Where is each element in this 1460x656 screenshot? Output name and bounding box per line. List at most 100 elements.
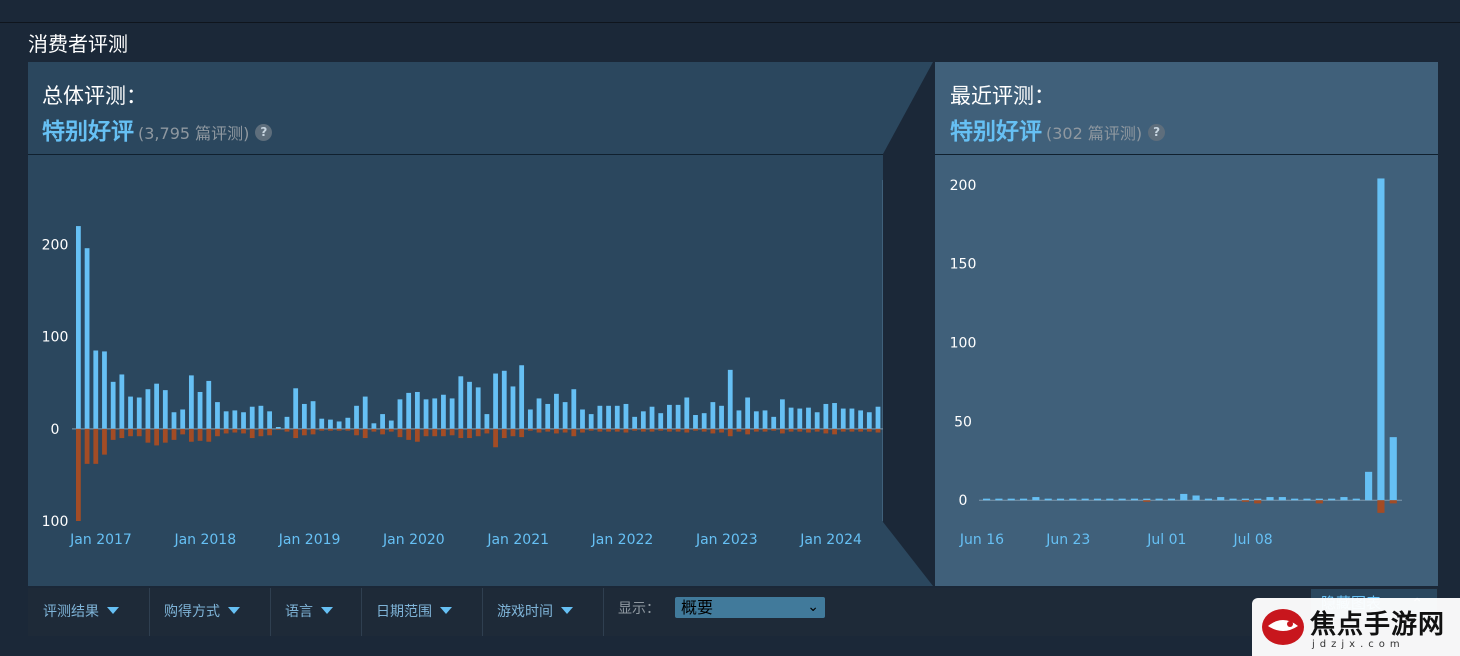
negative-bar[interactable] — [580, 428, 585, 433]
positive-bar[interactable] — [145, 389, 151, 429]
positive-bar[interactable] — [597, 405, 603, 429]
positive-bar[interactable] — [223, 411, 229, 429]
positive-bar[interactable] — [406, 392, 412, 429]
positive-bar[interactable] — [380, 414, 385, 429]
positive-bar[interactable] — [1389, 437, 1397, 501]
positive-bar[interactable] — [180, 409, 186, 429]
negative-bar[interactable] — [571, 428, 577, 437]
positive-bar[interactable] — [1044, 498, 1052, 501]
positive-bar[interactable] — [1093, 498, 1102, 501]
negative-bar[interactable] — [606, 428, 611, 432]
positive-bar[interactable] — [1340, 497, 1348, 501]
positive-bar[interactable] — [693, 415, 698, 429]
positive-bar[interactable] — [1365, 471, 1373, 501]
positive-bar[interactable] — [701, 413, 707, 429]
positive-bar[interactable] — [1007, 498, 1015, 501]
negative-bar[interactable] — [832, 428, 837, 435]
positive-bar[interactable] — [519, 365, 525, 429]
positive-bar[interactable] — [441, 394, 446, 429]
negative-bar[interactable] — [136, 428, 142, 437]
negative-bar[interactable] — [545, 428, 551, 432]
positive-bar[interactable] — [241, 412, 246, 429]
positive-bar[interactable] — [1118, 498, 1126, 501]
positive-bar[interactable] — [162, 390, 168, 429]
positive-bar[interactable] — [832, 403, 837, 429]
positive-bar[interactable] — [1204, 498, 1212, 501]
negative-bar[interactable] — [562, 428, 568, 433]
positive-bar[interactable] — [1229, 498, 1237, 501]
positive-bar[interactable] — [1241, 498, 1249, 501]
positive-bar[interactable] — [354, 405, 359, 429]
filter-playtime[interactable]: 游戏时间 — [497, 588, 573, 636]
positive-bar[interactable] — [102, 351, 107, 429]
negative-bar[interactable] — [284, 428, 290, 432]
negative-bar[interactable] — [788, 428, 794, 432]
positive-bar[interactable] — [493, 373, 498, 429]
positive-bar[interactable] — [249, 406, 255, 429]
negative-bar[interactable] — [527, 428, 533, 431]
negative-bar[interactable] — [1254, 500, 1262, 504]
positive-bar[interactable] — [649, 406, 655, 429]
negative-bar[interactable] — [866, 428, 872, 432]
positive-bar[interactable] — [206, 380, 212, 429]
negative-bar[interactable] — [180, 428, 186, 435]
negative-bar[interactable] — [206, 428, 212, 442]
overall-rating[interactable]: 特别好评 (3,795 篇评测)? — [42, 112, 273, 146]
negative-bar[interactable] — [449, 428, 455, 436]
positive-bar[interactable] — [319, 418, 325, 429]
positive-bar[interactable] — [727, 369, 733, 429]
negative-bar[interactable] — [215, 428, 220, 437]
negative-bar[interactable] — [145, 428, 151, 443]
positive-bar[interactable] — [84, 248, 90, 429]
positive-bar[interactable] — [667, 404, 672, 429]
positive-bar[interactable] — [545, 403, 551, 429]
recent-rating[interactable]: 特别好评 (302 篇评测)? — [950, 112, 1166, 146]
negative-bar[interactable] — [345, 428, 351, 431]
positive-bar[interactable] — [1291, 498, 1299, 501]
positive-bar[interactable] — [1019, 498, 1028, 501]
positive-bar[interactable] — [1056, 498, 1065, 501]
negative-bar[interactable] — [223, 428, 229, 434]
negative-bar[interactable] — [849, 428, 855, 432]
negative-bar[interactable] — [719, 428, 724, 433]
positive-bar[interactable] — [328, 419, 333, 429]
negative-bar[interactable] — [336, 428, 342, 431]
filter-date-range[interactable]: 日期范围 — [376, 588, 452, 636]
negative-bar[interactable] — [823, 428, 829, 434]
negative-bar[interactable] — [588, 428, 594, 431]
negative-bar[interactable] — [154, 428, 160, 446]
negative-bar[interactable] — [406, 428, 412, 440]
negative-bar[interactable] — [102, 428, 107, 455]
positive-bar[interactable] — [423, 399, 429, 429]
positive-bar[interactable] — [736, 410, 742, 429]
negative-bar[interactable] — [640, 428, 646, 432]
negative-bar[interactable] — [840, 428, 846, 432]
negative-bar[interactable] — [310, 428, 316, 435]
negative-bar[interactable] — [658, 428, 664, 431]
negative-bar[interactable] — [293, 428, 299, 439]
positive-bar[interactable] — [197, 391, 203, 429]
negative-bar[interactable] — [771, 428, 777, 431]
positive-bar[interactable] — [432, 398, 438, 429]
negative-bar[interactable] — [197, 428, 203, 441]
positive-bar[interactable] — [188, 375, 194, 429]
positive-bar[interactable] — [1081, 498, 1089, 501]
positive-bar[interactable] — [675, 404, 681, 429]
negative-bar[interactable] — [675, 428, 681, 432]
positive-bar[interactable] — [1155, 498, 1163, 501]
negative-bar[interactable] — [76, 428, 81, 521]
positive-bar[interactable] — [588, 414, 594, 429]
negative-bar[interactable] — [267, 428, 272, 436]
positive-bar[interactable] — [93, 350, 99, 429]
negative-bar[interactable] — [432, 428, 438, 437]
recent-histogram[interactable]: 200 150 100 50 0 Jun 16 Jun 23 Jul 01 Jul 08 — [935, 155, 1438, 586]
positive-bar[interactable] — [1130, 498, 1139, 501]
positive-bar[interactable] — [449, 398, 455, 429]
positive-bar[interactable] — [788, 407, 794, 429]
positive-bar[interactable] — [258, 405, 264, 429]
positive-bar[interactable] — [710, 402, 716, 429]
positive-bar[interactable] — [806, 407, 811, 429]
positive-bar[interactable] — [1106, 498, 1114, 501]
negative-bar[interactable] — [858, 428, 864, 432]
negative-bar[interactable] — [441, 428, 446, 437]
